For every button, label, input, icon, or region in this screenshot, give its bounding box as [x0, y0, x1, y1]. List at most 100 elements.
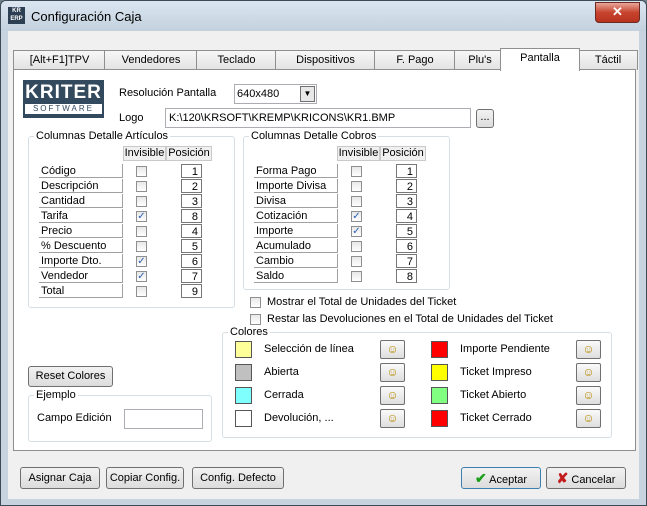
position-field[interactable]: 5 — [181, 239, 202, 253]
grid-row-name: Cantidad — [39, 194, 123, 208]
color-picker-button[interactable]: ☺ — [380, 363, 405, 382]
position-field[interactable]: 4 — [181, 224, 202, 238]
color-picker-button[interactable]: ☺ — [380, 340, 405, 359]
palette-icon: ☺ — [582, 365, 595, 379]
grid-row-name: Importe — [254, 224, 338, 238]
grid-row-name: Divisa — [254, 194, 338, 208]
window-title: Configuración Caja — [31, 9, 142, 24]
position-field[interactable]: 4 — [396, 209, 417, 223]
color-swatch — [431, 410, 448, 427]
logo-path-input[interactable]: K:\120\KRSOFT\KREMP\KRICONS\KR1.BMP — [165, 108, 471, 128]
payments-position-header: Posición — [380, 146, 426, 161]
payments-invisible-header: Invisible — [337, 146, 380, 161]
invisible-checkbox[interactable]: ✓ — [136, 271, 147, 282]
example-field-label: Campo Edición — [37, 412, 112, 424]
invisible-checkbox[interactable]: ✓ — [136, 256, 147, 267]
cancel-button[interactable]: ✘ Cancelar — [546, 467, 626, 489]
position-field[interactable]: 7 — [181, 269, 202, 283]
logo-label: Logo — [119, 112, 144, 124]
invisible-checkbox[interactable] — [351, 256, 362, 267]
palette-icon: ☺ — [386, 411, 399, 425]
reset-colors-button[interactable]: Reset Colores — [28, 366, 113, 387]
color-swatch — [235, 364, 252, 381]
grid-row-name: Precio — [39, 224, 123, 238]
color-picker-button[interactable]: ☺ — [576, 409, 601, 428]
title-bar: KR ERP Configuración Caja ✕ — [1, 1, 646, 31]
invisible-checkbox[interactable]: ✓ — [136, 211, 147, 222]
color-swatch — [431, 364, 448, 381]
position-field[interactable]: 3 — [396, 194, 417, 208]
dialog-client: [Alt+F1]TPV Vendedores Teclado Dispositi… — [8, 31, 639, 499]
x-cross-icon: ✘ — [556, 470, 569, 486]
articles-group-title: Columnas Detalle Artículos — [34, 130, 171, 142]
position-field[interactable]: 8 — [181, 209, 202, 223]
color-swatch — [431, 341, 448, 358]
color-label: Devolución, ... — [264, 412, 334, 424]
invisible-checkbox[interactable] — [351, 241, 362, 252]
copy-config-button[interactable]: Copiar Config. — [106, 467, 184, 489]
accept-button[interactable]: ✔ Aceptar — [461, 467, 541, 489]
invisible-checkbox[interactable] — [351, 196, 362, 207]
invisible-checkbox[interactable] — [351, 181, 362, 192]
default-config-button[interactable]: Config. Defecto — [192, 467, 284, 489]
resolution-select[interactable]: 640x480 ▼ — [234, 84, 317, 104]
invisible-checkbox[interactable]: ✓ — [351, 226, 362, 237]
position-field[interactable]: 3 — [181, 194, 202, 208]
invisible-checkbox[interactable] — [136, 286, 147, 297]
position-field[interactable]: 2 — [396, 179, 417, 193]
position-field[interactable]: 5 — [396, 224, 417, 238]
color-swatch — [235, 341, 252, 358]
chevron-down-icon[interactable]: ▼ — [300, 86, 315, 102]
invisible-checkbox[interactable] — [136, 181, 147, 192]
colors-group: Colores Selección de línea ☺ Abierta ☺ Cerra… — [222, 326, 612, 438]
invisible-checkbox[interactable] — [351, 166, 362, 177]
resolution-value: 640x480 — [237, 88, 280, 100]
tab-dispositivos[interactable]: Dispositivos — [275, 50, 376, 70]
position-field[interactable]: 9 — [181, 284, 202, 298]
position-field[interactable]: 1 — [396, 164, 417, 178]
grid-row-name: Vendedor — [39, 269, 123, 283]
invisible-checkbox[interactable] — [136, 226, 147, 237]
color-picker-button[interactable]: ☺ — [576, 340, 601, 359]
position-field[interactable]: 8 — [396, 269, 417, 283]
subtract-returns-checkbox[interactable] — [250, 314, 261, 325]
resolution-label: Resolución Pantalla — [119, 87, 217, 99]
assign-register-button[interactable]: Asignar Caja — [20, 467, 100, 489]
color-picker-button[interactable]: ☺ — [576, 363, 601, 382]
tab-vendedores[interactable]: Vendedores — [104, 50, 198, 70]
palette-icon: ☺ — [386, 342, 399, 356]
app-icon: KR ERP — [8, 7, 25, 24]
tab-fpago[interactable]: F. Pago — [374, 50, 456, 70]
tab-tpv[interactable]: [Alt+F1]TPV — [13, 50, 106, 70]
tab-tactil[interactable]: Táctil — [578, 50, 638, 70]
position-field[interactable]: 1 — [181, 164, 202, 178]
tab-pantalla[interactable]: Pantalla — [500, 48, 580, 71]
invisible-checkbox[interactable] — [136, 241, 147, 252]
color-picker-button[interactable]: ☺ — [380, 386, 405, 405]
logo-text: KRITER — [25, 82, 102, 103]
color-picker-button[interactable]: ☺ — [576, 386, 601, 405]
position-field[interactable]: 2 — [181, 179, 202, 193]
close-button[interactable]: ✕ — [595, 2, 640, 23]
example-field-input[interactable] — [124, 409, 203, 429]
color-picker-button[interactable]: ☺ — [380, 409, 405, 428]
dialog-window: KR ERP Configuración Caja ✕ [Alt+F1]TPV … — [0, 0, 647, 506]
invisible-checkbox[interactable] — [136, 166, 147, 177]
position-field[interactable]: 6 — [396, 239, 417, 253]
colors-group-title: Colores — [228, 326, 270, 338]
kriter-logo: KRITER SOFTWARE — [23, 80, 104, 118]
show-total-units-checkbox[interactable] — [250, 297, 261, 308]
grid-row-name: Forma Pago — [254, 164, 338, 178]
invisible-checkbox[interactable] — [136, 196, 147, 207]
color-label: Abierta — [264, 366, 299, 378]
tab-strip: [Alt+F1]TPV Vendedores Teclado Dispositi… — [13, 48, 638, 71]
color-label: Selección de línea — [264, 343, 354, 355]
tab-plus[interactable]: Plu's — [454, 50, 506, 70]
tab-teclado[interactable]: Teclado — [196, 50, 277, 70]
browse-button[interactable]: ... — [476, 109, 494, 128]
invisible-checkbox[interactable] — [351, 271, 362, 282]
position-field[interactable]: 6 — [181, 254, 202, 268]
color-label: Ticket Impreso — [460, 366, 532, 378]
position-field[interactable]: 7 — [396, 254, 417, 268]
invisible-checkbox[interactable]: ✓ — [351, 211, 362, 222]
